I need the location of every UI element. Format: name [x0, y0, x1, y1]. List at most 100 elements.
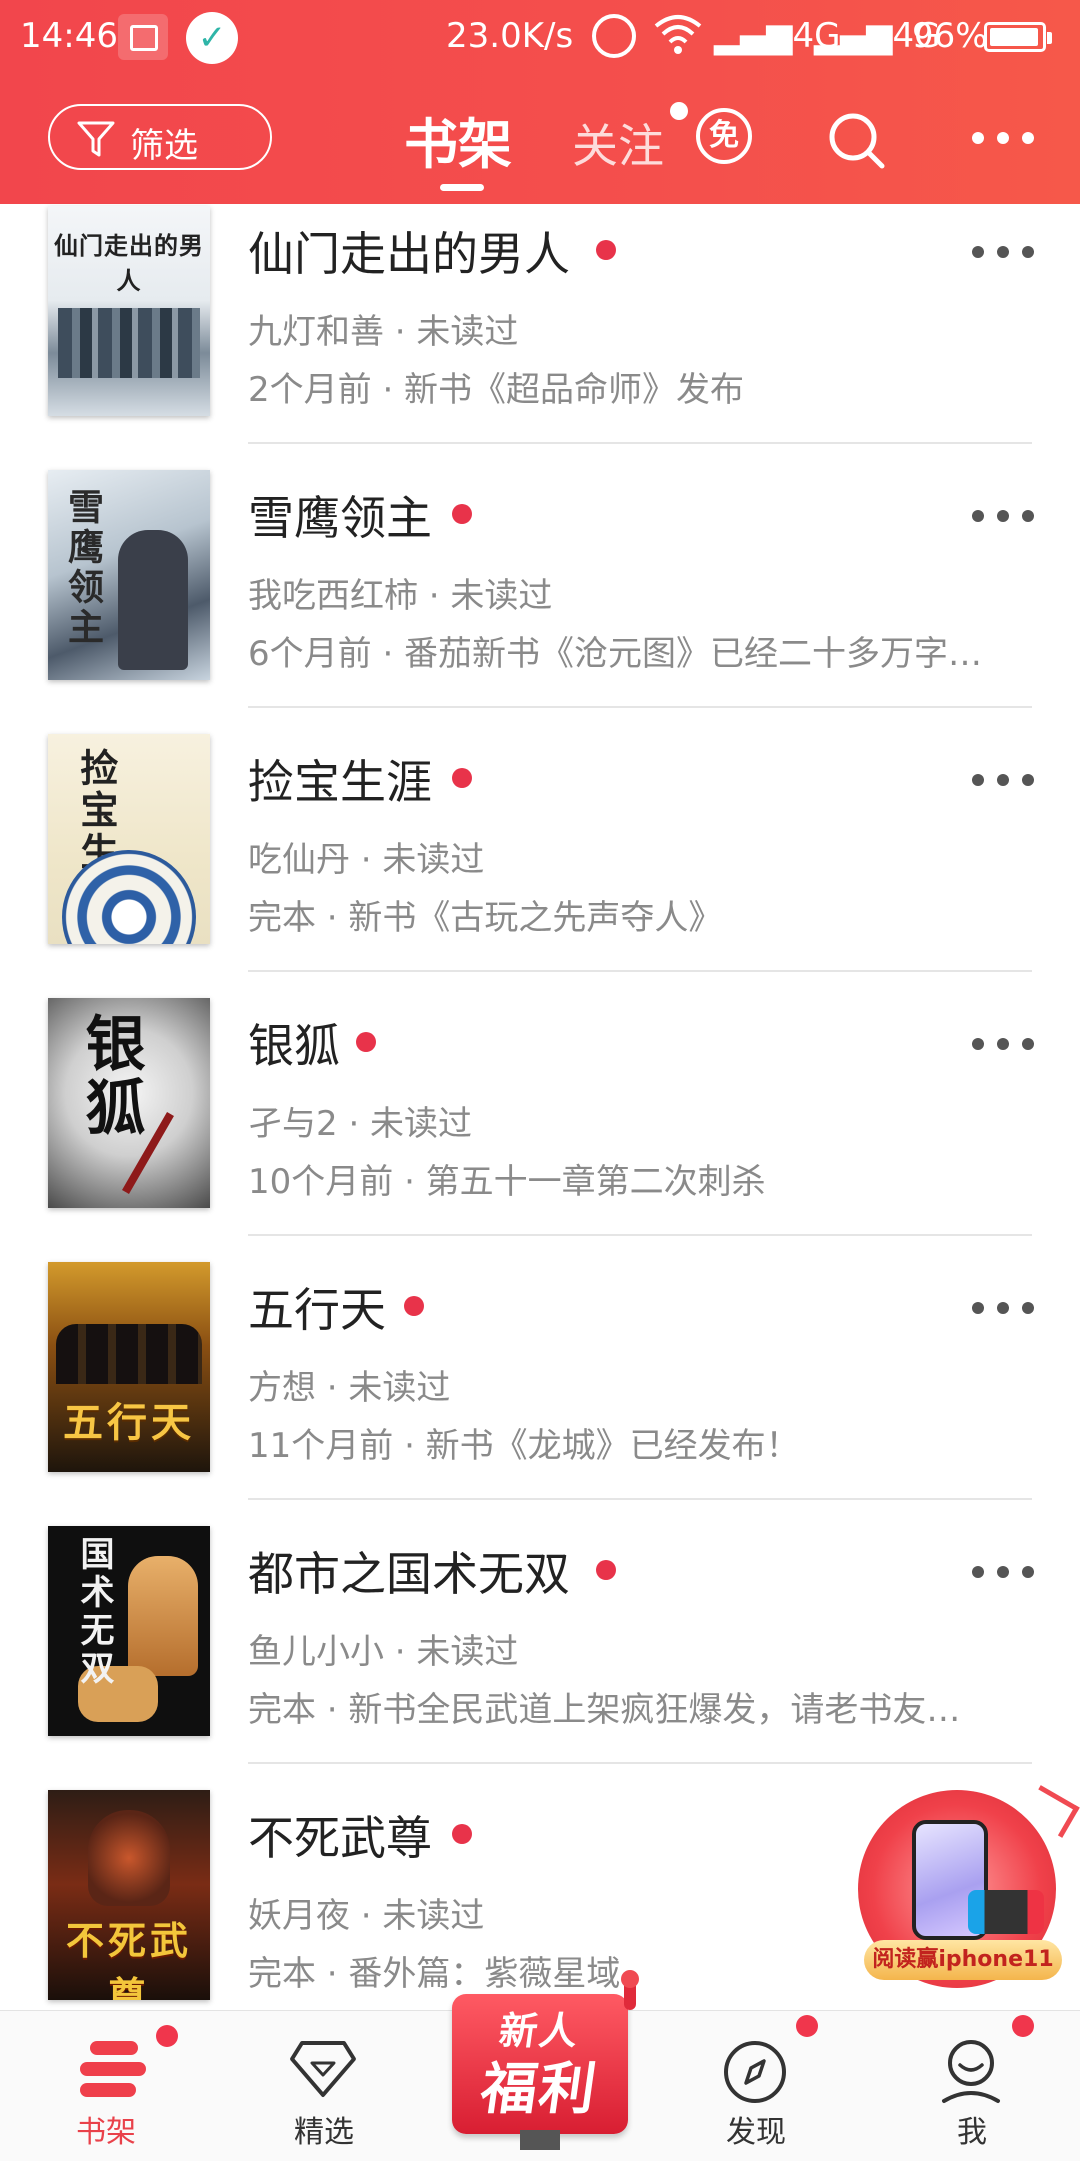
nav-badge — [156, 2025, 178, 2047]
battery-percent: 96% — [912, 16, 988, 56]
more-icon[interactable] — [972, 132, 1034, 146]
funnel-icon — [77, 121, 115, 157]
search-icon[interactable] — [826, 110, 888, 172]
bookshelf-icon — [80, 2041, 146, 2097]
welfare-line-2: 福利 — [476, 2057, 602, 2122]
book-author-status: 吃仙丹 · 未读过 — [248, 840, 485, 880]
book-update: 11个月前 · 新书《龙城》已经发布！ — [248, 1426, 800, 1466]
cover-title: 五行天 — [63, 1399, 195, 1446]
book-author-status: 我吃西红柿 · 未读过 — [248, 576, 553, 616]
book-cover: 雪鹰领主 — [48, 470, 210, 680]
divider — [248, 970, 1032, 972]
book-title: 五行天 — [248, 1283, 386, 1337]
book-author-status: 九灯和善 · 未读过 — [248, 312, 519, 352]
nav-label: 精选 — [294, 2115, 354, 2150]
cover-art — [88, 1810, 170, 1906]
book-title: 捡宝生涯 — [248, 755, 432, 809]
gem-icon — [290, 2041, 356, 2097]
follow-badge — [670, 102, 688, 120]
book-item[interactable]: 五行天 五行天 方想 · 未读过 11个月前 · 新书《龙城》已经发布！ — [0, 1262, 1080, 1526]
new-user-welfare-button[interactable]: 新人 福利 — [452, 1970, 639, 2150]
cover-title: 雪鹰领主 — [62, 488, 104, 648]
filter-button[interactable]: 筛选 — [48, 104, 272, 170]
update-dot — [356, 1032, 376, 1052]
book-cover: 银狐 — [48, 998, 210, 1208]
nav-featured[interactable]: 精选 — [224, 2011, 424, 2161]
book-author-status: 妖月夜 · 未读过 — [248, 1896, 485, 1936]
nav-label: 书架 — [76, 2115, 136, 2150]
book-author-status: 孑与2 · 未读过 — [248, 1104, 473, 1144]
check-icon: ✓ — [186, 12, 238, 64]
tab-follow[interactable]: 关注 — [572, 110, 664, 176]
game-console-icon — [968, 1890, 1044, 1934]
book-cover: 仙门走出的男人 — [48, 206, 210, 416]
book-item[interactable]: 仙门走出的男人 仙门走出的男人 九灯和善 · 未读过 2个月前 · 新书《超品命… — [0, 206, 1080, 470]
filter-label: 筛选 — [130, 126, 198, 166]
book-more-icon[interactable] — [972, 1302, 1034, 1316]
nav-badge — [796, 2015, 818, 2037]
book-more-icon[interactable] — [972, 246, 1034, 260]
book-title: 银狐 — [248, 1019, 340, 1073]
book-title: 不死武尊 — [248, 1811, 432, 1865]
book-more-icon[interactable] — [972, 1038, 1034, 1052]
cover-art — [128, 1556, 198, 1676]
book-more-icon[interactable] — [972, 774, 1034, 788]
divider — [248, 1498, 1032, 1500]
book-update: 6个月前 · 番茄新书《沧元图》已经二十多万字… — [248, 634, 983, 674]
update-dot — [452, 1824, 472, 1844]
cover-title: 仙门走出的男人 — [54, 231, 204, 295]
book-cover: 捡宝生涯 — [48, 734, 210, 944]
app-header: 14:46 ✓ 23.0K/s ▂▄▆4G ▂▄▆4G 96% 筛选 书架 关注… — [0, 0, 1080, 204]
update-dot — [596, 1560, 616, 1580]
divider — [248, 1234, 1032, 1236]
cover-title: 银狐 — [75, 1012, 145, 1140]
book-more-icon[interactable] — [972, 510, 1034, 524]
book-update: 10个月前 · 第五十一章第二次刺杀 — [248, 1162, 766, 1202]
cover-title: 国术无双 — [74, 1536, 114, 1688]
divider — [248, 1762, 1032, 1764]
update-dot — [452, 504, 472, 524]
book-item[interactable]: 国术无双 都市之国术无双 鱼儿小小 · 未读过 完本 · 新书全民武道上架疯狂爆… — [0, 1526, 1080, 1790]
status-bar: 14:46 ✓ 23.0K/s ▂▄▆4G ▂▄▆4G 96% — [0, 0, 1080, 74]
book-item[interactable]: 捡宝生涯 捡宝生涯 吃仙丹 · 未读过 完本 · 新书《古玩之先声夺人》 — [0, 734, 1080, 998]
book-cover: 国术无双 — [48, 1526, 210, 1736]
book-update: 完本 · 新书《古玩之先声夺人》 — [248, 898, 723, 938]
nav-label: 发现 — [726, 2115, 786, 2150]
cover-title: 不死武尊 — [65, 1918, 192, 2000]
book-title: 雪鹰领主 — [248, 491, 432, 545]
book-author-status: 鱼儿小小 · 未读过 — [248, 1632, 519, 1672]
lever-icon — [621, 1970, 639, 2010]
user-icon — [942, 2040, 1000, 2103]
book-cover: 五行天 — [48, 1262, 210, 1472]
status-time: 14:46 — [20, 16, 118, 56]
book-cover: 不死武尊 — [48, 1790, 210, 2000]
network-speed: 23.0K/s — [446, 16, 574, 56]
promo-float-button[interactable]: 阅读赢iphone11 — [858, 1785, 1080, 1990]
tab-active-indicator — [440, 184, 484, 191]
book-update: 2个月前 · 新书《超品命师》发布 — [248, 370, 745, 410]
book-more-icon[interactable] — [972, 1566, 1034, 1580]
nav-bookshelf[interactable]: 书架 — [6, 2011, 206, 2161]
free-icon[interactable]: 免 — [696, 108, 752, 164]
tab-bookshelf[interactable]: 书架 — [404, 100, 512, 179]
update-dot — [452, 768, 472, 788]
compass-icon — [724, 2041, 786, 2103]
book-update: 完本 · 新书全民武道上架疯狂爆发，请老书友… — [248, 1690, 961, 1730]
book-title: 仙门走出的男人 — [248, 227, 570, 281]
update-dot — [404, 1296, 424, 1316]
cover-art — [118, 530, 188, 670]
nav-me[interactable]: 我 — [872, 2011, 1072, 2161]
nav-discover[interactable]: 发现 — [656, 2011, 856, 2161]
battery-icon — [984, 22, 1052, 52]
book-title: 都市之国术无双 — [248, 1547, 570, 1601]
welfare-stand — [520, 2130, 560, 2150]
book-item[interactable]: 银狐 银狐 孑与2 · 未读过 10个月前 · 第五十一章第二次刺杀 — [0, 998, 1080, 1262]
screenshot-icon — [118, 14, 168, 60]
divider — [248, 442, 1032, 444]
book-item[interactable]: 雪鹰领主 雪鹰领主 我吃西红柿 · 未读过 6个月前 · 番茄新书《沧元图》已经… — [0, 470, 1080, 734]
nav-label: 我 — [957, 2115, 987, 2150]
wifi-icon — [654, 15, 702, 54]
update-dot — [596, 240, 616, 260]
divider — [248, 706, 1032, 708]
cover-art — [58, 308, 200, 378]
